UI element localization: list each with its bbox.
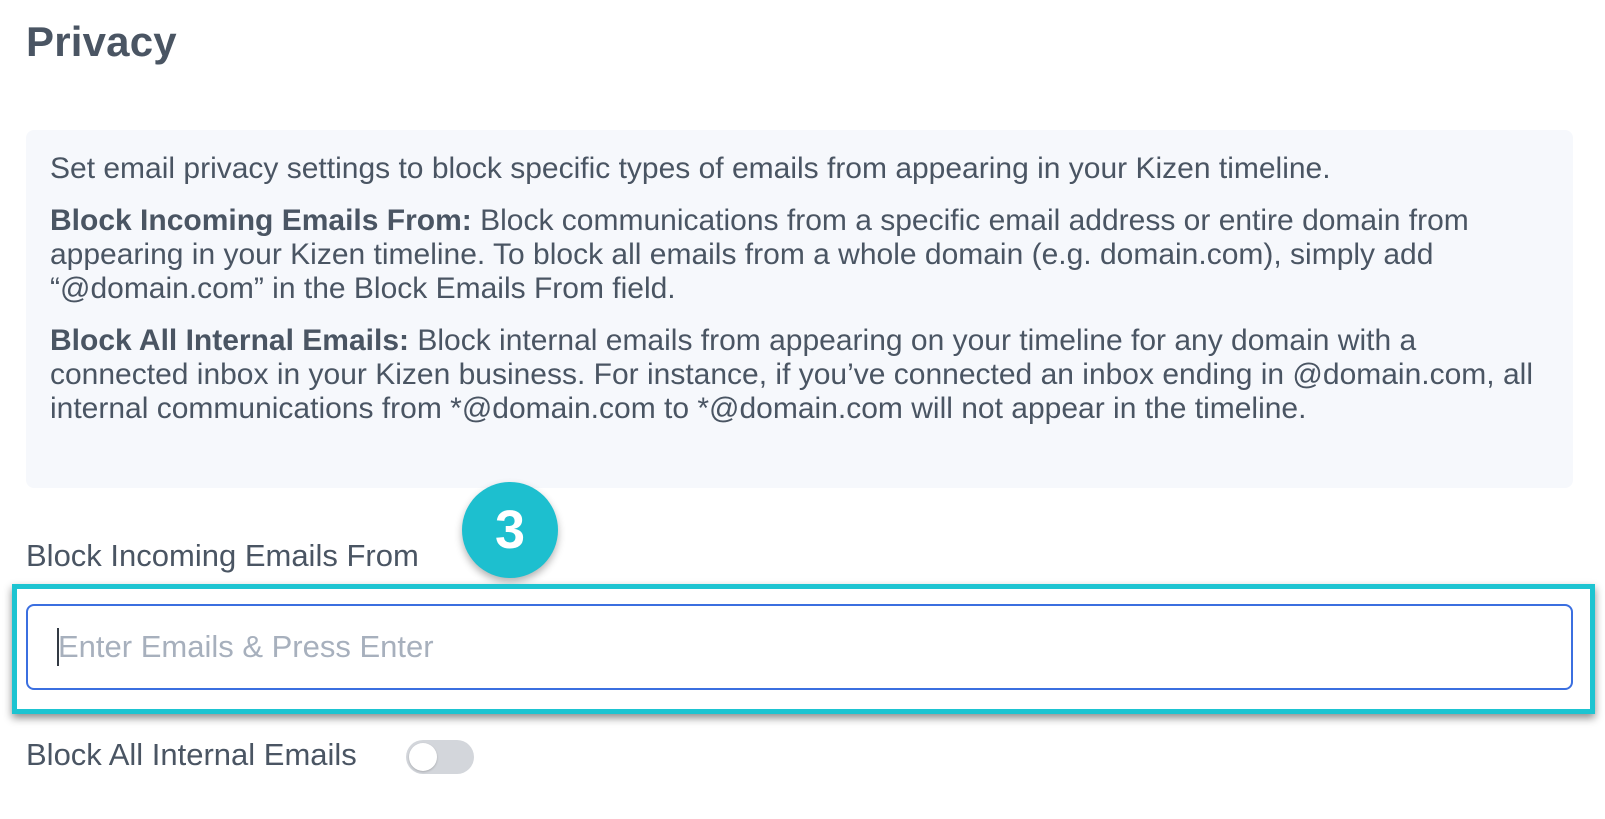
info-block-internal-heading: Block All Internal Emails:: [50, 324, 409, 357]
privacy-info-box: Set email privacy settings to block spec…: [26, 130, 1573, 488]
text-caret: [57, 628, 59, 666]
block-internal-toggle[interactable]: [406, 740, 474, 774]
info-intro: Set email privacy settings to block spec…: [50, 152, 1331, 185]
info-block-incoming-heading: Block Incoming Emails From:: [50, 204, 472, 237]
step-number-badge: 3: [462, 482, 558, 578]
info-block-internal: Block All Internal Emails: Block interna…: [50, 324, 1549, 426]
page-title: Privacy: [26, 18, 177, 65]
block-internal-label: Block All Internal Emails: [26, 737, 357, 772]
toggle-knob: [409, 743, 437, 771]
block-incoming-label: Block Incoming Emails From: [26, 538, 419, 573]
block-emails-input[interactable]: [26, 604, 1573, 690]
info-block-incoming: Block Incoming Emails From: Block commun…: [50, 204, 1549, 306]
